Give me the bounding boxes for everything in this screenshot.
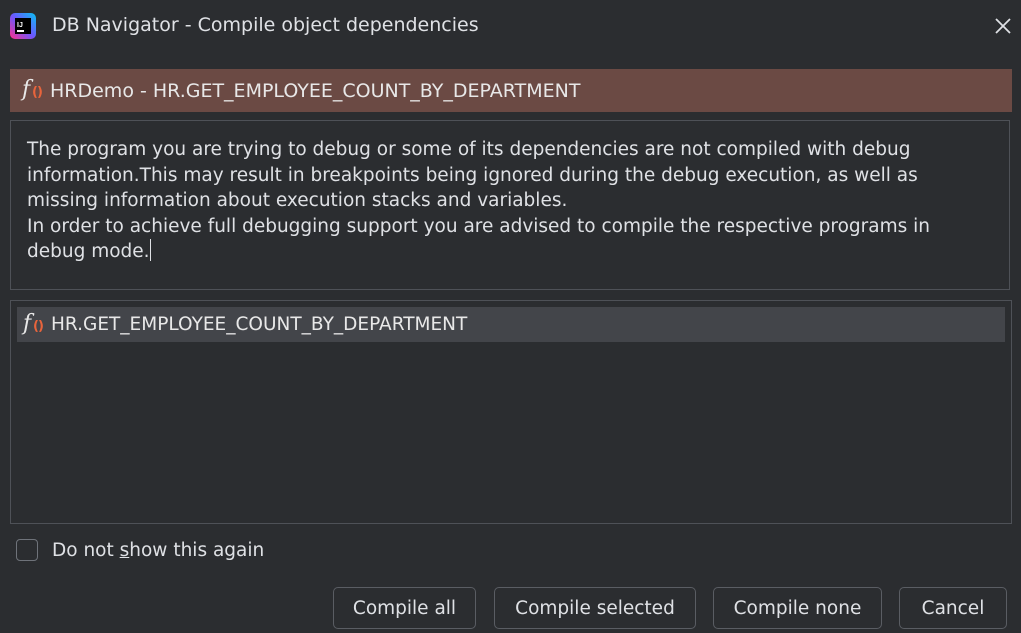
do-not-show-again-checkbox[interactable] [16, 539, 38, 561]
title-bar: IJ DB Navigator - Compile object depende… [0, 0, 1021, 52]
function-icon: f() [22, 76, 43, 102]
compile-none-button[interactable]: Compile none [713, 587, 882, 629]
close-icon[interactable] [993, 16, 1013, 36]
list-item-label: HR.GET_EMPLOYEE_COUNT_BY_DEPARTMENT [51, 314, 468, 335]
dependency-list[interactable]: f() HR.GET_EMPLOYEE_COUNT_BY_DEPARTMENT [10, 300, 1012, 524]
do-not-show-again-label: Do not show this again [52, 539, 265, 561]
svg-text:IJ: IJ [17, 22, 23, 29]
function-icon: f() [23, 310, 44, 336]
do-not-show-again-option[interactable]: Do not show this again [16, 539, 264, 561]
text-caret [149, 239, 151, 261]
compile-selected-button[interactable]: Compile selected [494, 587, 696, 629]
object-header: f() HRDemo - HR.GET_EMPLOYEE_COUNT_BY_DE… [10, 69, 1012, 112]
compile-all-button[interactable]: Compile all [333, 587, 476, 629]
window-title: DB Navigator - Compile object dependenci… [52, 14, 479, 36]
message-panel: The program you are trying to debug or s… [10, 120, 1010, 290]
message-text-2: In order to achieve full debugging suppo… [27, 215, 931, 263]
object-header-label: HRDemo - HR.GET_EMPLOYEE_COUNT_BY_DEPART… [50, 79, 581, 102]
intellij-icon: IJ [10, 13, 36, 39]
cancel-button[interactable]: Cancel [899, 587, 1007, 629]
list-item[interactable]: f() HR.GET_EMPLOYEE_COUNT_BY_DEPARTMENT [17, 307, 1005, 342]
message-text-1: The program you are trying to debug or s… [27, 139, 918, 211]
